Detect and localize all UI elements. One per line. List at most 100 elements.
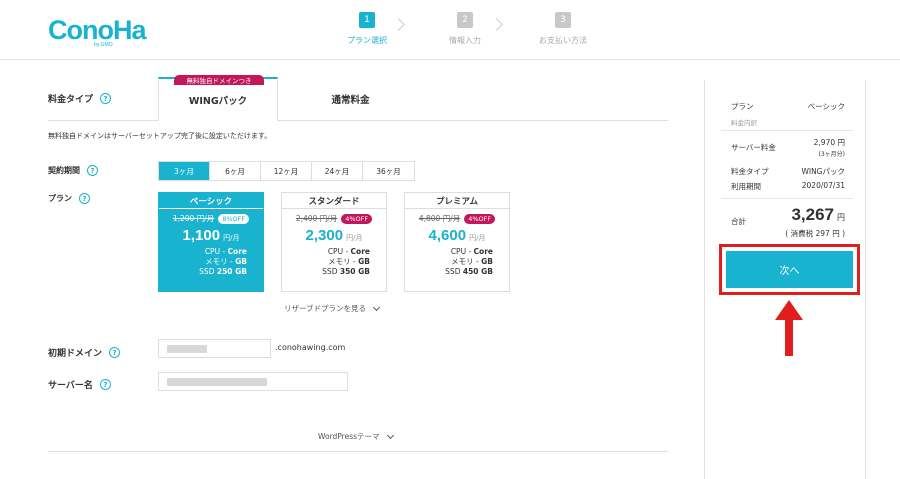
summary-total: 3,267 円 xyxy=(791,205,845,225)
step-info-input: 2 情報入力 xyxy=(416,12,514,46)
help-icon[interactable]: ? xyxy=(87,165,98,176)
plan-card-basic[interactable]: ベーシック 1,200 円/月 8%OFF 1,100 円/月 CPU - Co… xyxy=(158,192,264,292)
divider xyxy=(721,130,853,131)
next-button-highlight: 次へ xyxy=(719,244,860,295)
wordpress-theme-link[interactable]: WordPressテーマ xyxy=(318,431,394,442)
plan-type-label: 料金タイプ xyxy=(48,95,94,105)
help-icon[interactable]: ? xyxy=(100,93,112,104)
next-button[interactable]: 次へ xyxy=(726,251,853,288)
step-payment: 3 お支払い方法 xyxy=(514,12,612,46)
server-name-label-row: サーバー名 ? xyxy=(48,378,111,391)
domain-suffix: .conohawing.com xyxy=(275,343,346,352)
free-domain-badge: 無料独自ドメインつき xyxy=(174,75,264,85)
server-name-label: サーバー名 xyxy=(48,381,93,391)
help-icon[interactable]: ? xyxy=(79,193,90,204)
plan-price: 2,300 xyxy=(305,227,344,244)
period-option[interactable]: 6ヶ月 xyxy=(210,162,261,180)
summary-type-label: 料金タイプ xyxy=(731,167,769,176)
reserved-plan-link[interactable]: リザーブドプランを見る xyxy=(284,303,381,314)
period-label-row: 契約期間 ? xyxy=(48,165,98,176)
summary-type-value: WINGパック xyxy=(801,167,845,176)
plan-old-price-row: 1,200 円/月 8%OFF xyxy=(172,213,250,224)
plan-old-price-row: 4,800 円/月 4%OFF xyxy=(418,213,496,224)
help-icon[interactable]: ? xyxy=(99,379,111,390)
period-option[interactable]: 24ヶ月 xyxy=(312,162,363,180)
period-option[interactable]: 12ヶ月 xyxy=(261,162,312,180)
plan-card-standard[interactable]: スタンダード 2,400 円/月 4%OFF 2,300 円/月 CPU - C… xyxy=(281,192,387,292)
period-label: 契約期間 xyxy=(48,166,80,175)
summary-tax-note: ( 消費税 297 円 ) xyxy=(785,229,845,238)
logo-sub: by GMO xyxy=(94,42,113,48)
spec-ssd: SSD 350 GB xyxy=(322,267,370,276)
plan-old-price-row: 2,400 円/月 4%OFF xyxy=(295,213,373,224)
domain-label: 初期ドメイン xyxy=(48,349,103,359)
summary-server-fee-value: 2,970 円 xyxy=(813,138,845,147)
plan-specs: CPU - Core メモリ - GB SSD 450 GB xyxy=(421,247,493,277)
domain-input[interactable] xyxy=(158,339,271,358)
plan-old-price: 4,800 円/月 xyxy=(418,214,461,223)
summary-server-fee-note: (3ヶ月分) xyxy=(818,151,846,158)
spec-ssd: SSD 250 GB xyxy=(199,267,247,276)
plan-name: スタンダード xyxy=(282,193,386,209)
plan-card-premium[interactable]: プレミアム 4,800 円/月 4%OFF 4,600 円/月 CPU - Co… xyxy=(404,192,510,292)
spec-ssd: SSD 450 GB xyxy=(445,267,493,276)
plan-label-row: プラン ? xyxy=(48,193,90,204)
summary-plan-value: ベーシック xyxy=(807,102,845,111)
discount-badge: 4%OFF xyxy=(464,213,496,224)
step-number: 2 xyxy=(457,12,473,28)
chevron-down-icon xyxy=(386,431,394,439)
summary-period-value: 2020/07/31 xyxy=(801,181,845,190)
period-option[interactable]: 3ヶ月 xyxy=(159,162,210,180)
plan-price-unit: 円/月 xyxy=(346,234,363,242)
redacted-text xyxy=(167,345,207,353)
spec-memory: メモリ - GB xyxy=(328,257,370,266)
divider xyxy=(48,451,668,452)
help-icon[interactable]: ? xyxy=(109,347,121,358)
step-label: プラン選択 xyxy=(347,36,387,45)
plan-name: ベーシック xyxy=(159,193,263,209)
plan-label: プラン xyxy=(48,194,72,203)
spec-cpu: CPU - Core xyxy=(204,247,247,256)
summary-server-fee-label: サーバー料金 xyxy=(731,143,776,152)
discount-badge: 8%OFF xyxy=(218,213,250,224)
summary-total-value: 3,267 xyxy=(791,205,834,224)
plan-price: 4,600 xyxy=(428,227,467,244)
plan-price-unit: 円/月 xyxy=(469,234,486,242)
spec-memory: メモリ - GB xyxy=(451,257,493,266)
plan-old-price: 2,400 円/月 xyxy=(295,214,338,223)
header: ConoHa by GMO 1 プラン選択 2 情報入力 3 お支払い方法 xyxy=(0,0,900,60)
spec-cpu: CPU - Core xyxy=(450,247,493,256)
summary-total-label: 合計 xyxy=(731,217,746,226)
server-name-input[interactable] xyxy=(158,372,348,391)
summary-period-label: 利用期間 xyxy=(731,182,761,191)
plan-old-price: 1,200 円/月 xyxy=(172,214,215,223)
redacted-text xyxy=(167,378,267,386)
step-label: 情報入力 xyxy=(449,36,481,45)
divider xyxy=(721,198,853,199)
step-label: お支払い方法 xyxy=(539,36,587,45)
plan-price-row: 2,300 円/月 xyxy=(306,227,363,244)
plan-price: 1,100 xyxy=(182,227,221,244)
spec-cpu: CPU - Core xyxy=(327,247,370,256)
plan-price-unit: 円/月 xyxy=(223,234,240,242)
tab-normal-price[interactable]: 通常料金 xyxy=(293,77,408,121)
step-number: 3 xyxy=(555,12,571,28)
wordpress-theme-label: WordPressテーマ xyxy=(318,432,380,441)
discount-badge: 4%OFF xyxy=(341,213,373,224)
summary-detail-label: 料金内訳 xyxy=(731,119,757,127)
period-option[interactable]: 36ヶ月 xyxy=(363,162,414,180)
plan-type-label-row: 料金タイプ ? xyxy=(48,92,112,105)
logo-text: ConoHa xyxy=(48,15,146,45)
conoha-logo[interactable]: ConoHa by GMO xyxy=(48,14,146,48)
summary-total-unit: 円 xyxy=(837,213,845,222)
step-plan-select: 1 プラン選択 xyxy=(318,12,416,46)
period-selector: 3ヶ月 6ヶ月 12ヶ月 24ヶ月 36ヶ月 xyxy=(158,161,415,181)
free-domain-note: 無料独自ドメインはサーバーセットアップ完了後に設定いただけます。 xyxy=(48,132,272,140)
summary-plan-label: プラン xyxy=(731,102,754,111)
plan-specs: CPU - Core メモリ - GB SSD 250 GB xyxy=(175,247,247,277)
plan-price-row: 4,600 円/月 xyxy=(429,227,486,244)
reserved-plan-label: リザーブドプランを見る xyxy=(284,304,367,313)
plan-price-row: 1,100 円/月 xyxy=(183,227,240,244)
step-number: 1 xyxy=(359,12,375,28)
chevron-down-icon xyxy=(373,303,381,311)
